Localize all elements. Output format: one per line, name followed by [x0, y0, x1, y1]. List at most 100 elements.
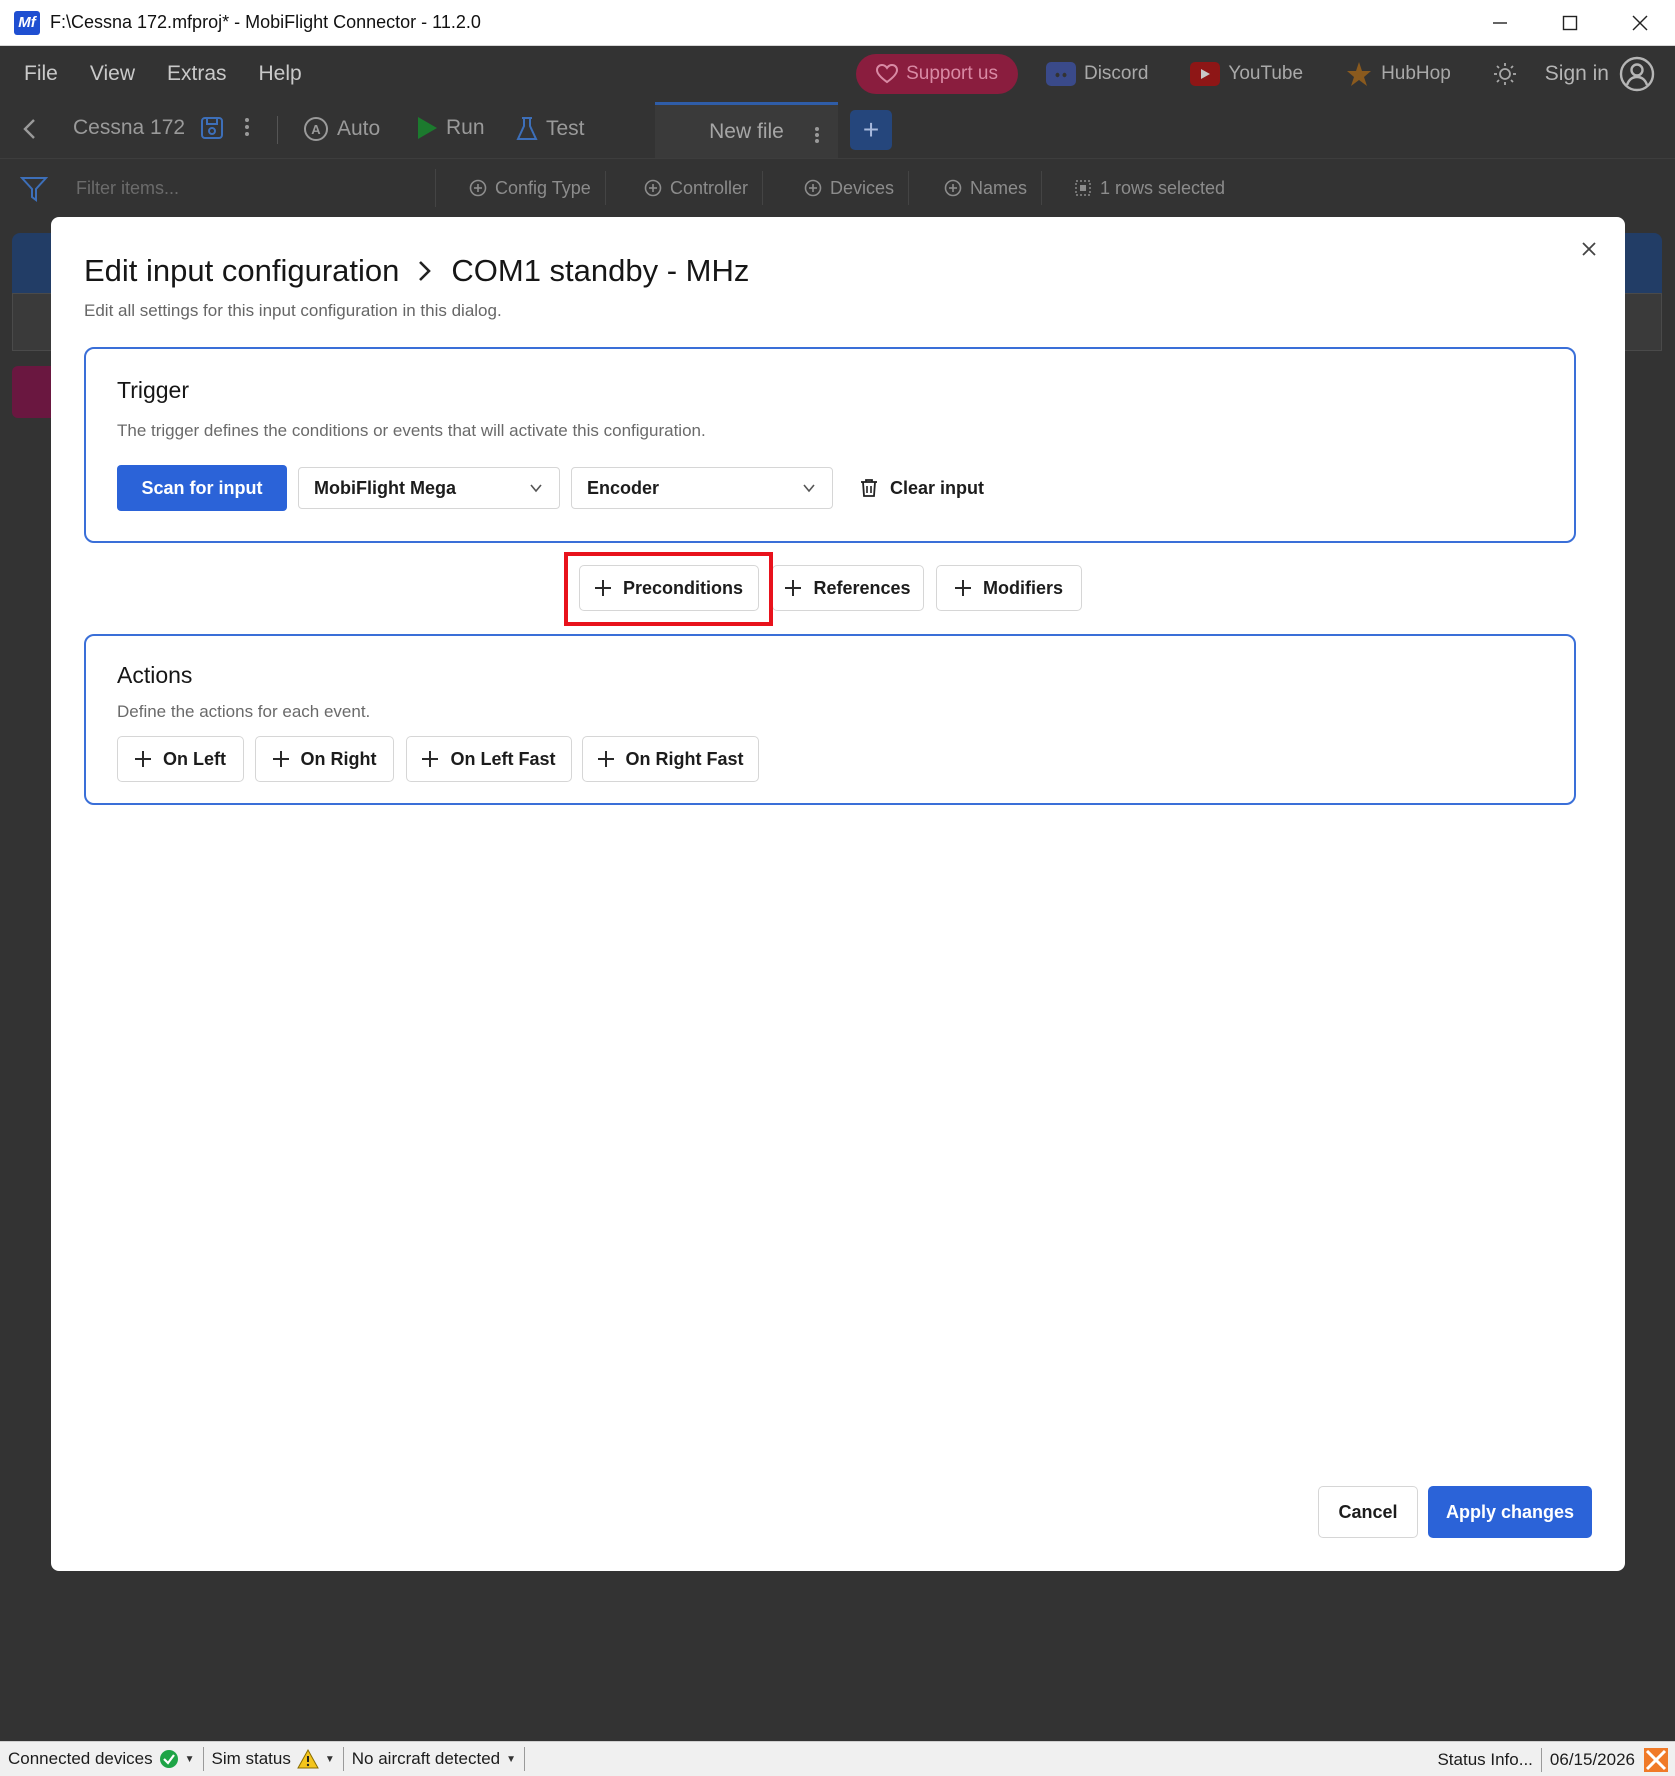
window-controls [1465, 0, 1675, 46]
youtube-link[interactable]: YouTube [1176, 62, 1317, 86]
chip-label: Devices [830, 177, 895, 198]
chevron-down-icon [803, 484, 815, 493]
dialog-title: Edit input configuration COM1 standby - … [84, 253, 749, 289]
hubhop-link[interactable]: HubHop [1331, 60, 1465, 88]
auto-label: Auto [337, 117, 381, 140]
trigger-card: Trigger The trigger defines the conditio… [84, 347, 1576, 543]
chevron-left-icon [23, 119, 35, 139]
add-modifiers-button[interactable]: Modifiers [936, 565, 1082, 611]
aircraft-status-label: No aircraft detected [351, 1749, 501, 1768]
test-button[interactable]: Test [516, 116, 585, 142]
references-label: References [813, 577, 911, 598]
actions-card: Actions Define the actions for each even… [84, 634, 1576, 805]
check-circle-icon [159, 1750, 178, 1768]
filter-bar: Filter items... Config Type Controller D… [0, 158, 1675, 214]
trigger-description: The trigger defines the conditions or ev… [117, 421, 706, 440]
caret-down-icon: ▼ [324, 1753, 335, 1765]
clear-input-button[interactable]: Clear input [860, 467, 984, 509]
rows-selected-indicator: 1 rows selected [1060, 171, 1239, 205]
youtube-icon [1190, 62, 1221, 86]
back-button[interactable] [22, 118, 38, 140]
status-bar: Connected devices ▼ Sim status ▼ No airc… [0, 1741, 1675, 1776]
file-tab-new-file[interactable]: New file [655, 102, 838, 158]
auto-icon: A [304, 117, 328, 141]
menu-view[interactable]: View [90, 62, 135, 86]
close-window-button[interactable] [1605, 0, 1675, 46]
filter-chip-names[interactable]: Names [930, 171, 1043, 205]
cancel-button[interactable]: Cancel [1318, 1486, 1418, 1538]
controller-select[interactable]: MobiFlight Mega [298, 467, 560, 509]
heart-icon [876, 64, 899, 84]
selection-icon [1075, 180, 1091, 196]
add-on-right-button[interactable]: On Right [255, 736, 394, 782]
sim-status[interactable]: Sim status ▼ [204, 1747, 344, 1771]
menu-file[interactable]: File [24, 62, 58, 86]
on-left-label: On Left [163, 748, 226, 769]
plus-circle-icon [644, 179, 662, 197]
add-on-left-button[interactable]: On Left [117, 736, 244, 782]
aircraft-status[interactable]: No aircraft detected ▼ [344, 1747, 526, 1771]
menu-extras[interactable]: Extras [167, 62, 227, 86]
project-toolbar: Cessna 172 A Auto Run Test New file + [0, 102, 1675, 158]
chevron-down-icon [530, 484, 542, 493]
chevron-right-icon [419, 261, 432, 281]
plus-circle-icon [804, 179, 822, 197]
scan-for-input-button[interactable]: Scan for input [117, 465, 287, 511]
play-icon [418, 117, 437, 139]
user-avatar-icon [1619, 56, 1655, 92]
preconditions-highlight-box [564, 552, 773, 626]
tab-more-icon[interactable] [814, 126, 820, 144]
dialog-title-text: Edit input configuration [84, 253, 400, 288]
support-us-button[interactable]: Support us [856, 54, 1018, 94]
warning-icon [297, 1749, 319, 1769]
apply-changes-button[interactable]: Apply changes [1428, 1486, 1592, 1538]
sim-status-label: Sim status [211, 1749, 291, 1768]
device-select[interactable]: Encoder [571, 467, 833, 509]
add-file-tab-button[interactable]: + [850, 110, 892, 150]
filter-chip-controller[interactable]: Controller [630, 171, 764, 205]
add-on-left-fast-button[interactable]: On Left Fast [406, 736, 572, 782]
plus-circle-icon [944, 179, 962, 197]
sign-in-button[interactable]: Sign in [1545, 56, 1655, 92]
svg-text:A: A [311, 122, 321, 137]
menu-right-links: Support us Discord YouTube HubHop Sign i… [856, 54, 1655, 94]
status-info-label: Status Info... [1437, 1749, 1533, 1769]
mobiflight-tray-icon [1644, 1747, 1668, 1772]
close-icon [1632, 15, 1648, 31]
actions-description: Define the actions for each event. [117, 702, 371, 721]
close-icon [1582, 242, 1596, 256]
plus-icon [954, 580, 971, 596]
filter-chip-devices[interactable]: Devices [790, 171, 910, 205]
project-more-button[interactable] [244, 116, 250, 138]
dialog-title-item: COM1 standby - MHz [451, 253, 750, 288]
trash-icon [861, 479, 877, 497]
dialog-close-button[interactable] [1577, 237, 1601, 261]
plus-circle-icon [469, 179, 487, 197]
discord-link[interactable]: Discord [1032, 62, 1162, 86]
support-us-label: Support us [906, 63, 998, 84]
menu-help[interactable]: Help [259, 62, 302, 86]
sign-in-label: Sign in [1544, 62, 1609, 85]
save-icon [201, 117, 223, 139]
test-label: Test [546, 117, 585, 140]
chip-label: Names [970, 177, 1028, 198]
status-date-label: 06/15/2026 [1549, 1749, 1635, 1769]
connected-devices-label: Connected devices [8, 1749, 153, 1768]
save-project-button[interactable] [200, 116, 224, 140]
connected-devices-status[interactable]: Connected devices ▼ [0, 1747, 204, 1771]
auto-button[interactable]: A Auto [303, 116, 380, 142]
project-name[interactable]: Cessna 172 [73, 116, 185, 140]
filter-chip-config-type[interactable]: Config Type [455, 171, 606, 205]
add-references-button[interactable]: References [772, 565, 924, 611]
clear-input-label: Clear input [890, 477, 985, 498]
add-on-right-fast-button[interactable]: On Right Fast [582, 736, 759, 782]
status-bar-right: Status Info... 06/15/2026 [1429, 1742, 1675, 1776]
theme-toggle-button[interactable] [1479, 62, 1531, 86]
more-vertical-icon [245, 118, 249, 136]
run-button[interactable]: Run [416, 116, 485, 140]
minimize-button[interactable] [1465, 0, 1535, 46]
status-info[interactable]: Status Info... [1429, 1747, 1542, 1772]
filter-input[interactable]: Filter items... [66, 169, 436, 207]
maximize-button[interactable] [1535, 0, 1605, 46]
sun-icon [1493, 63, 1516, 85]
